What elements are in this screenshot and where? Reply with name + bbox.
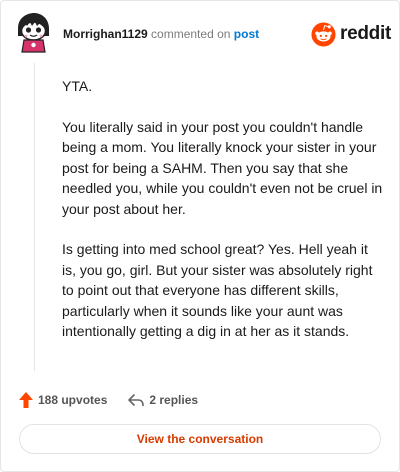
replies-stat[interactable]: 2 replies xyxy=(127,392,198,408)
reddit-snoo-icon xyxy=(311,21,336,47)
snoo-avatar-icon xyxy=(18,13,49,53)
reply-arrow-icon xyxy=(128,394,145,407)
comment-paragraph: YTA. xyxy=(62,78,93,94)
comment-paragraph: You literally said in your post you coul… xyxy=(62,118,383,217)
upvotes-count: 188 upvotes xyxy=(38,393,108,407)
thread-line xyxy=(34,63,35,371)
avatar[interactable] xyxy=(14,12,52,54)
upvote-arrow-icon xyxy=(19,392,33,408)
replies-count: 2 replies xyxy=(149,393,199,407)
upvotes-stat[interactable]: 188 upvotes xyxy=(18,391,107,409)
comment-header: Morrighan1129 commented on post xyxy=(63,26,259,42)
reddit-wordmark: reddit xyxy=(340,23,391,44)
commented-on-text: commented on xyxy=(151,27,231,41)
view-conversation-button[interactable]: View the conversation xyxy=(19,424,381,454)
reddit-logo[interactable]: reddit xyxy=(311,21,391,47)
comment-footer: 188 upvotes 2 replies xyxy=(18,391,198,409)
comment-paragraph: Is getting into med school great? Yes. H… xyxy=(62,241,373,339)
post-link[interactable]: post xyxy=(234,27,259,41)
comment-card: Morrighan1129 commented on post reddit Y… xyxy=(0,0,400,472)
username[interactable]: Morrighan1129 xyxy=(63,27,148,41)
comment-body: YTA. You literally said in your post you… xyxy=(62,76,384,362)
